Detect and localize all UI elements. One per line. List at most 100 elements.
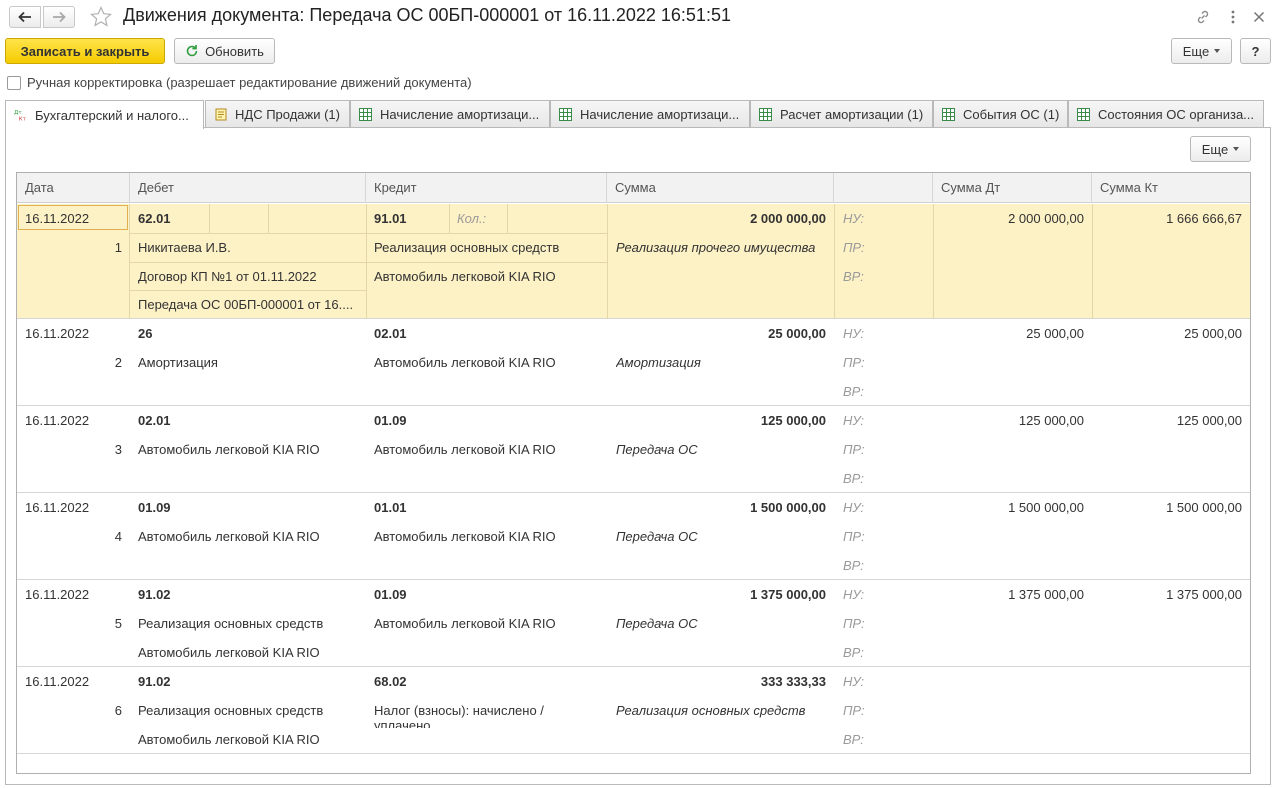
cell-sum-dt[interactable]: 1 375 000,00	[941, 580, 1084, 609]
cell-content[interactable]: Передача ОС	[616, 435, 698, 464]
cell-date[interactable]: 16.11.2022	[25, 406, 89, 435]
cell-debit-subconto[interactable]: Автомобиль легковой KIA RIO	[138, 522, 320, 551]
cell-debit-account[interactable]: 91.02	[138, 580, 171, 609]
tab-label: Расчет амортизации (1)	[780, 107, 924, 122]
column-header-credit[interactable]: Кредит	[366, 173, 607, 203]
cell-date[interactable]: 16.11.2022	[25, 319, 89, 348]
help-button[interactable]: ?	[1240, 38, 1271, 64]
cell-content[interactable]: Реализация прочего имущества	[616, 233, 815, 262]
table-row[interactable]: 16.11.2022 3 02.01 Автомобиль легковой K…	[17, 406, 1250, 493]
manual-edit-checkbox[interactable]	[7, 75, 21, 90]
more-button[interactable]: Еще	[1171, 38, 1232, 64]
cell-credit-account[interactable]: 02.01	[374, 319, 407, 348]
cell-debit-account[interactable]: 02.01	[138, 406, 171, 435]
cell-sum-kt[interactable]: 1 666 666,67	[1100, 204, 1242, 233]
cell-sum-dt[interactable]: 2 000 000,00	[941, 204, 1084, 233]
cell-nu-label: НУ:	[843, 587, 865, 602]
cell-date[interactable]: 16.11.2022	[25, 204, 89, 233]
cell-credit-subconto[interactable]: Автомобиль легковой KIA RIO	[374, 348, 556, 377]
cell-debit-subconto[interactable]: Передача ОС 00БП-000001 от 16....	[138, 290, 360, 319]
cell-debit-account[interactable]: 01.09	[138, 493, 171, 522]
tab-fa-states[interactable]: Состояния ОС организа...	[1068, 100, 1264, 128]
cell-credit-subconto[interactable]: Автомобиль легковой KIA RIO	[374, 609, 556, 638]
cell-debit-subconto[interactable]: Автомобиль легковой KIA RIO	[138, 638, 320, 667]
cell-debit-account[interactable]: 26	[138, 319, 152, 348]
cell-credit-account[interactable]: 91.01	[374, 204, 407, 233]
cell-credit-account[interactable]: 01.09	[374, 580, 407, 609]
cell-credit-account[interactable]: 68.02	[374, 667, 407, 696]
cell-sum-kt[interactable]	[1100, 667, 1242, 696]
cell-debit-subconto[interactable]: Автомобиль легковой KIA RIO	[138, 435, 320, 464]
cell-nu-label: НУ:	[843, 211, 865, 226]
cell-sum-dt[interactable]: 1 500 000,00	[941, 493, 1084, 522]
cell-debit-account[interactable]: 62.01	[138, 204, 171, 233]
cell-content[interactable]: Передача ОС	[616, 522, 698, 551]
close-icon[interactable]	[1250, 8, 1268, 26]
cell-sum[interactable]: 25 000,00	[615, 319, 826, 348]
cell-debit-subconto[interactable]: Реализация основных средств	[138, 609, 323, 638]
cell-sum-dt[interactable]: 25 000,00	[941, 319, 1084, 348]
column-header-debit[interactable]: Дебет	[130, 173, 366, 203]
grid-header: Дата Дебет Кредит Сумма Сумма Дт Сумма К…	[17, 173, 1250, 203]
cell-sum[interactable]: 2 000 000,00	[615, 204, 826, 233]
cell-debit-subconto[interactable]: Договор КП №1 от 01.11.2022	[138, 262, 317, 291]
column-header-sum-kt[interactable]: Сумма Кт	[1092, 173, 1250, 203]
tab-vat-sales[interactable]: НДС Продажи (1)	[205, 100, 350, 128]
cell-credit-subconto[interactable]: Налог (взносы): начислено / уплачено	[374, 696, 559, 728]
favorite-star-icon[interactable]	[89, 5, 113, 29]
cell-sum[interactable]: 333 333,33	[615, 667, 826, 696]
column-header-sum[interactable]: Сумма	[607, 173, 834, 203]
grid-more-button[interactable]: Еще	[1190, 136, 1251, 162]
cell-debit-subconto[interactable]: Амортизация	[138, 348, 218, 377]
cell-sum-kt[interactable]: 25 000,00	[1100, 319, 1242, 348]
tab-depreciation-calc[interactable]: Расчет амортизации (1)	[750, 100, 933, 128]
save-and-close-button[interactable]: Записать и закрыть	[5, 38, 165, 64]
tab-accounting[interactable]: Дт Кт Бухгалтерский и налого...	[5, 100, 204, 129]
cell-credit-account[interactable]: 01.09	[374, 406, 407, 435]
cell-content[interactable]: Реализация основных средств	[616, 696, 805, 725]
cell-pr-label: ПР:	[843, 616, 865, 631]
cell-sum-dt[interactable]: 125 000,00	[941, 406, 1084, 435]
cell-credit-subconto[interactable]: Реализация основных средств	[374, 233, 559, 262]
table-icon	[1077, 108, 1090, 121]
cell-sum-kt[interactable]: 1 500 000,00	[1100, 493, 1242, 522]
cell-credit-subconto[interactable]: Автомобиль легковой KIA RIO	[374, 262, 556, 291]
cell-date[interactable]: 16.11.2022	[25, 493, 89, 522]
link-icon[interactable]	[1194, 8, 1212, 26]
cell-content[interactable]: Амортизация	[616, 348, 701, 377]
cell-debit-subconto[interactable]: Автомобиль легковой KIA RIO	[138, 725, 320, 754]
cell-sum[interactable]: 1 375 000,00	[615, 580, 826, 609]
cell-credit-account[interactable]: 01.01	[374, 493, 407, 522]
column-header-date[interactable]: Дата	[17, 173, 130, 203]
cell-sum[interactable]: 125 000,00	[615, 406, 826, 435]
cell-sum-kt[interactable]: 1 375 000,00	[1100, 580, 1242, 609]
table-row[interactable]: 16.11.2022 4 01.09 Автомобиль легковой K…	[17, 493, 1250, 580]
cell-debit-account[interactable]: 91.02	[138, 667, 171, 696]
entries-grid[interactable]: Дата Дебет Кредит Сумма Сумма Дт Сумма К…	[16, 172, 1251, 774]
column-header-accounting-type[interactable]	[834, 173, 933, 203]
cell-vr-label: ВР:	[843, 384, 864, 399]
back-button[interactable]	[9, 6, 41, 28]
table-row[interactable]: 16.11.2022 5 91.02 Реализация основных с…	[17, 580, 1250, 667]
refresh-button[interactable]: Обновить	[174, 38, 275, 64]
forward-button[interactable]	[43, 6, 75, 28]
cell-credit-subconto[interactable]: Автомобиль легковой KIA RIO	[374, 522, 556, 551]
tab-depreciation-2[interactable]: Начисление амортизаци...	[550, 100, 750, 128]
cell-date[interactable]: 16.11.2022	[25, 667, 89, 696]
cell-date[interactable]: 16.11.2022	[25, 580, 89, 609]
cell-line-number: 2	[114, 355, 122, 370]
cell-debit-subconto[interactable]: Реализация основных средств	[138, 696, 323, 725]
table-row[interactable]: 16.11.2022 2 26 Амортизация 02.01 Автомо…	[17, 319, 1250, 406]
cell-sum-dt[interactable]	[941, 667, 1084, 696]
tab-fa-events[interactable]: События ОС (1)	[933, 100, 1068, 128]
column-header-sum-dt[interactable]: Сумма Дт	[933, 173, 1092, 203]
table-row[interactable]: 16.11.2022 1 62.01 Никитаева И.В. Догово…	[17, 204, 1250, 319]
cell-content[interactable]: Передача ОС	[616, 609, 698, 638]
cell-sum-kt[interactable]: 125 000,00	[1100, 406, 1242, 435]
cell-credit-subconto[interactable]: Автомобиль легковой KIA RIO	[374, 435, 556, 464]
cell-sum[interactable]: 1 500 000,00	[615, 493, 826, 522]
cell-debit-subconto[interactable]: Никитаева И.В.	[138, 233, 231, 262]
more-vertical-icon[interactable]	[1224, 8, 1242, 26]
tab-depreciation-1[interactable]: Начисление амортизаци...	[350, 100, 550, 128]
table-row[interactable]: 16.11.2022 6 91.02 Реализация основных с…	[17, 667, 1250, 754]
